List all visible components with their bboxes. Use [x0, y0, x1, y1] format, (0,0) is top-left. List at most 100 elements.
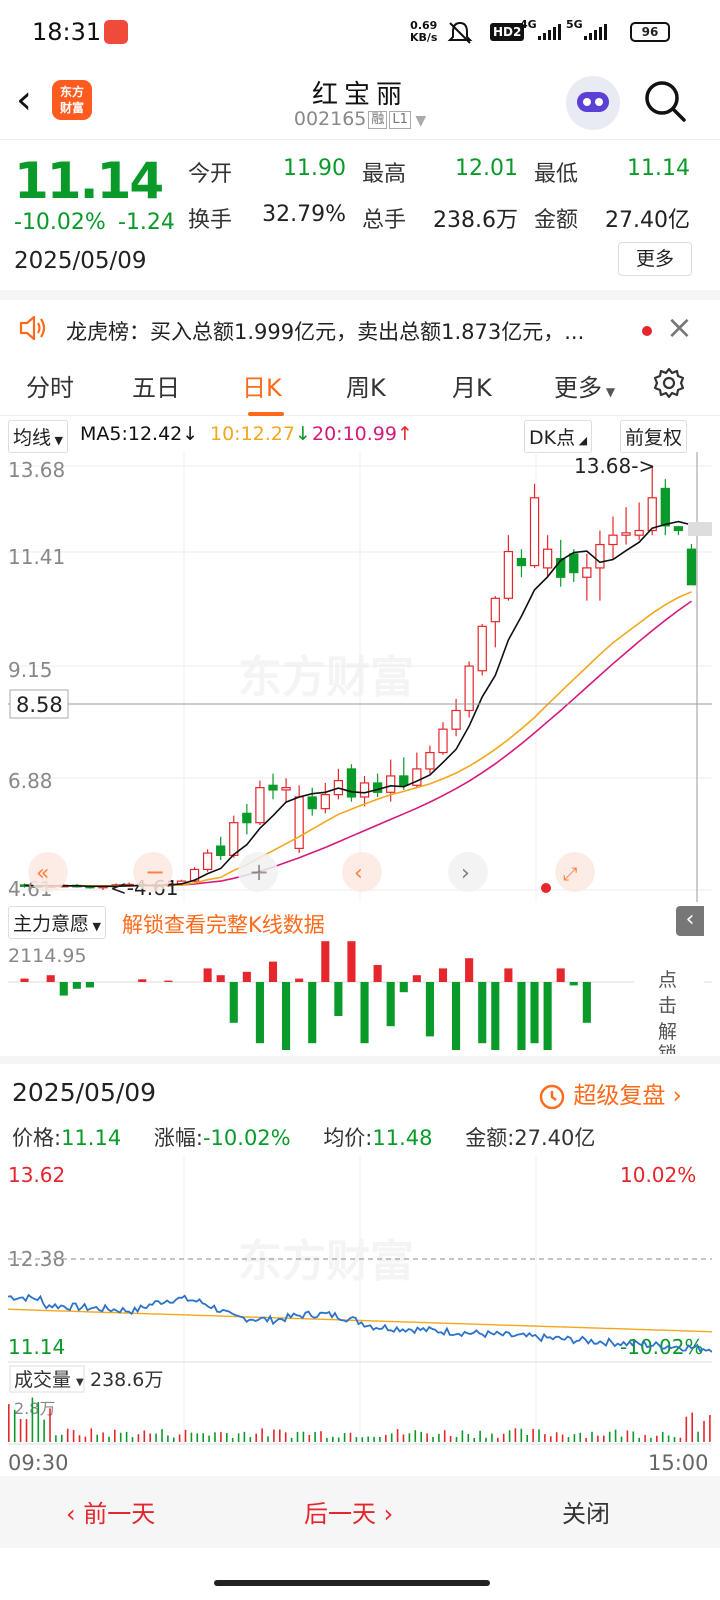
candle-body: [268, 784, 278, 791]
candle-body: [229, 822, 239, 857]
volume-bar: [78, 1435, 81, 1442]
intraday-chart[interactable]: 东方财富 13.62 12.38 11.14 10.02% -10.02% 成交…: [8, 1156, 712, 1476]
unlock-char: 点: [658, 969, 677, 991]
collapse-panel-icon[interactable]: ‹: [676, 906, 704, 936]
flow-bar: [295, 978, 304, 982]
volume-bar: [149, 1433, 151, 1442]
network-speed: 0.69 KB/s: [410, 19, 438, 44]
flow-bar: [334, 982, 343, 1016]
flow-bar: [229, 982, 238, 1023]
crosshair-price: 8.58: [16, 693, 63, 717]
flow-bar: [321, 941, 330, 982]
tab-more[interactable]: 更多 ▼: [554, 368, 615, 403]
flow-bar: [491, 982, 500, 1050]
flow-bar: [308, 982, 317, 1044]
flow-bar: [438, 968, 448, 982]
volume-bar: [155, 1433, 157, 1442]
volume-bar: [161, 1429, 163, 1442]
volume-bar: [632, 1431, 635, 1442]
main-force-chart[interactable]: 2114.95 点 击 解 锁: [8, 938, 712, 1054]
flow-bar: [268, 961, 278, 982]
volume-bar: [585, 1437, 587, 1442]
change-percent: -10.02%: [14, 210, 106, 235]
candle-body: [255, 787, 265, 824]
flow-bar: [530, 982, 539, 1044]
amount-label: 金额: [534, 208, 579, 233]
volume-bar: [367, 1436, 369, 1442]
volume-bar: [502, 1433, 505, 1442]
more-quote-button[interactable]: 更多: [618, 242, 692, 276]
ma5-value: MA5:12.42↓: [80, 423, 199, 445]
flow-bar: [465, 958, 474, 982]
volume-bar: [644, 1435, 646, 1442]
indicator-selector[interactable]: 均线 ▼: [8, 420, 68, 453]
caret-down-icon: ▼: [89, 920, 101, 933]
volume-bar: [520, 1428, 523, 1442]
volume-bar: [656, 1435, 658, 1442]
volume-bar: [243, 1431, 246, 1442]
candle-body: [425, 751, 435, 770]
candle-body: [660, 487, 670, 527]
flow-bar: [59, 982, 68, 996]
candle-body: [438, 728, 448, 754]
volume-bar: [555, 1432, 558, 1442]
volume-bar: [343, 1433, 346, 1442]
close-button[interactable]: 关闭: [562, 1494, 610, 1529]
adjust-mode-button[interactable]: 前复权: [620, 420, 688, 453]
close-notice-icon[interactable]: ×: [666, 308, 693, 346]
candle-body: [399, 775, 409, 786]
candle-body: [490, 597, 500, 623]
home-indicator[interactable]: [214, 1580, 490, 1586]
volume-bar: [249, 1437, 252, 1442]
candle-body: [451, 709, 461, 730]
flow-bar: [360, 982, 369, 1044]
svg-text:▼: ▼: [76, 1377, 84, 1388]
kline-chart[interactable]: 东方财富 8.58 13.68-> <-4.61 13.68 11.41 9.1…: [8, 452, 712, 902]
event-dot: [541, 883, 551, 893]
turnover-value: 32.79%: [262, 202, 346, 227]
volume-bar: [72, 1430, 75, 1442]
longhubang-notice[interactable]: 龙虎榜：买入总额1.999亿元，卖出总额1.873亿元，... ×: [0, 290, 720, 354]
flow-bar: [72, 982, 81, 989]
tab-monthly-k[interactable]: 月K: [452, 368, 492, 403]
search-icon[interactable]: [642, 78, 688, 124]
volume-bar: [567, 1437, 570, 1442]
y-label: 9.15: [8, 658, 53, 682]
tab-daily-k[interactable]: 日K: [242, 368, 282, 403]
volume-bar: [514, 1428, 517, 1442]
quote-panel: 11.14 -10.02% -1.24 2025/05/09 今开 11.90 …: [0, 140, 720, 290]
next-day-button[interactable]: 后一天 ›: [304, 1494, 393, 1529]
super-replay-link[interactable]: 超级复盘 ›: [538, 1076, 682, 1111]
app-notification-icon: [104, 20, 128, 44]
volume-label: 总手: [362, 208, 407, 233]
volume-bar: [349, 1432, 352, 1442]
watermark: 东方财富: [238, 1236, 414, 1287]
sub-indicator-selector[interactable]: 主力意愿 ▼: [8, 906, 106, 939]
tab-intraday[interactable]: 分时: [26, 368, 74, 403]
volume-bar: [202, 1433, 204, 1442]
flow-bar: [20, 978, 29, 982]
unlock-char: 锁: [658, 1043, 677, 1054]
settings-gear-icon[interactable]: [652, 366, 686, 400]
tab-weekly-k[interactable]: 周K: [346, 368, 386, 403]
time-end: 15:00: [648, 1451, 709, 1475]
volume-bar: [526, 1434, 528, 1442]
volume-bar: [143, 1430, 146, 1442]
volume-bar: [532, 1428, 534, 1442]
dk-point-button[interactable]: DK点 ◢: [524, 420, 593, 453]
volume-bar: [473, 1437, 475, 1442]
volume-bar: [679, 1437, 682, 1442]
volume-bar: [237, 1433, 240, 1442]
flow-bar: [386, 982, 395, 1027]
volume-bar: [184, 1429, 187, 1442]
prev-day-button[interactable]: ‹ 前一天: [66, 1494, 155, 1529]
flow-bar: [399, 982, 408, 993]
volume-bar: [131, 1437, 134, 1442]
volume-bar: [491, 1433, 493, 1442]
unlock-kline-link[interactable]: 解锁查看完整K线数据: [122, 909, 325, 939]
robot-assistant-avatar[interactable]: [566, 76, 620, 130]
flow-bar: [282, 982, 291, 1050]
volume-bar: [214, 1432, 216, 1442]
tab-five-day[interactable]: 五日: [132, 368, 180, 403]
high-value: 12.01: [455, 156, 518, 181]
